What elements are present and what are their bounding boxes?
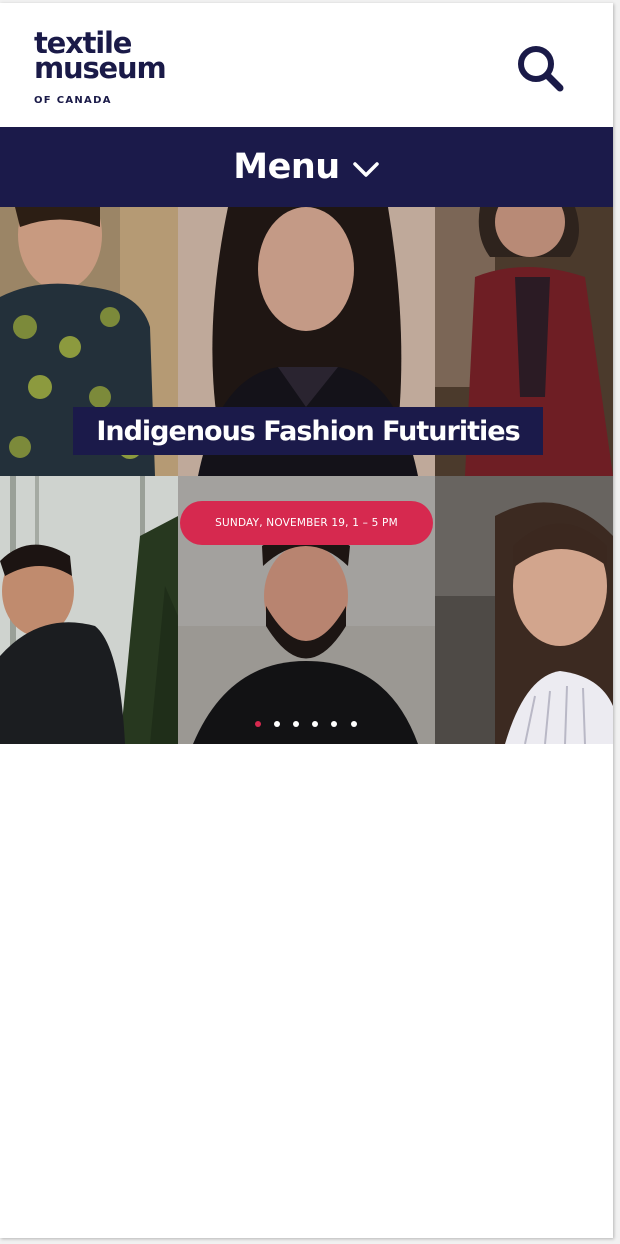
museum-logo[interactable]: textile museum OF CANADA bbox=[34, 29, 167, 107]
menu-label: Menu bbox=[233, 147, 340, 187]
carousel-pagination bbox=[0, 718, 613, 730]
menu-toggle-button[interactable]: Menu bbox=[0, 127, 613, 207]
hero-carousel[interactable]: Indigenous Fashion Futurities SUNDAY, NO… bbox=[0, 207, 613, 744]
carousel-dot-1[interactable] bbox=[255, 721, 261, 727]
search-icon bbox=[518, 46, 564, 92]
carousel-dot-6[interactable] bbox=[351, 721, 357, 727]
portrait-photo-woman-smiling bbox=[435, 476, 613, 744]
carousel-dot-3[interactable] bbox=[293, 721, 299, 727]
hero-title-banner[interactable]: Indigenous Fashion Futurities bbox=[73, 407, 543, 455]
page: textile museum OF CANADA Menu Indigenous… bbox=[0, 3, 613, 1238]
hero-title: Indigenous Fashion Futurities bbox=[96, 415, 520, 447]
carousel-dot-4[interactable] bbox=[312, 721, 318, 727]
carousel-dot-2[interactable] bbox=[274, 721, 280, 727]
chevron-down-icon bbox=[352, 162, 379, 177]
carousel-dot-5[interactable] bbox=[331, 721, 337, 727]
event-date-button[interactable]: SUNDAY, NOVEMBER 19, 1 – 5 PM bbox=[180, 501, 433, 545]
logo-text-subtitle: OF CANADA bbox=[34, 95, 112, 106]
site-header: textile museum OF CANADA bbox=[0, 3, 613, 127]
search-button[interactable] bbox=[512, 41, 568, 97]
portrait-photo-man-forest bbox=[0, 476, 178, 744]
logo-text-line-2: museum bbox=[34, 51, 167, 85]
event-date-label: SUNDAY, NOVEMBER 19, 1 – 5 PM bbox=[215, 517, 398, 529]
